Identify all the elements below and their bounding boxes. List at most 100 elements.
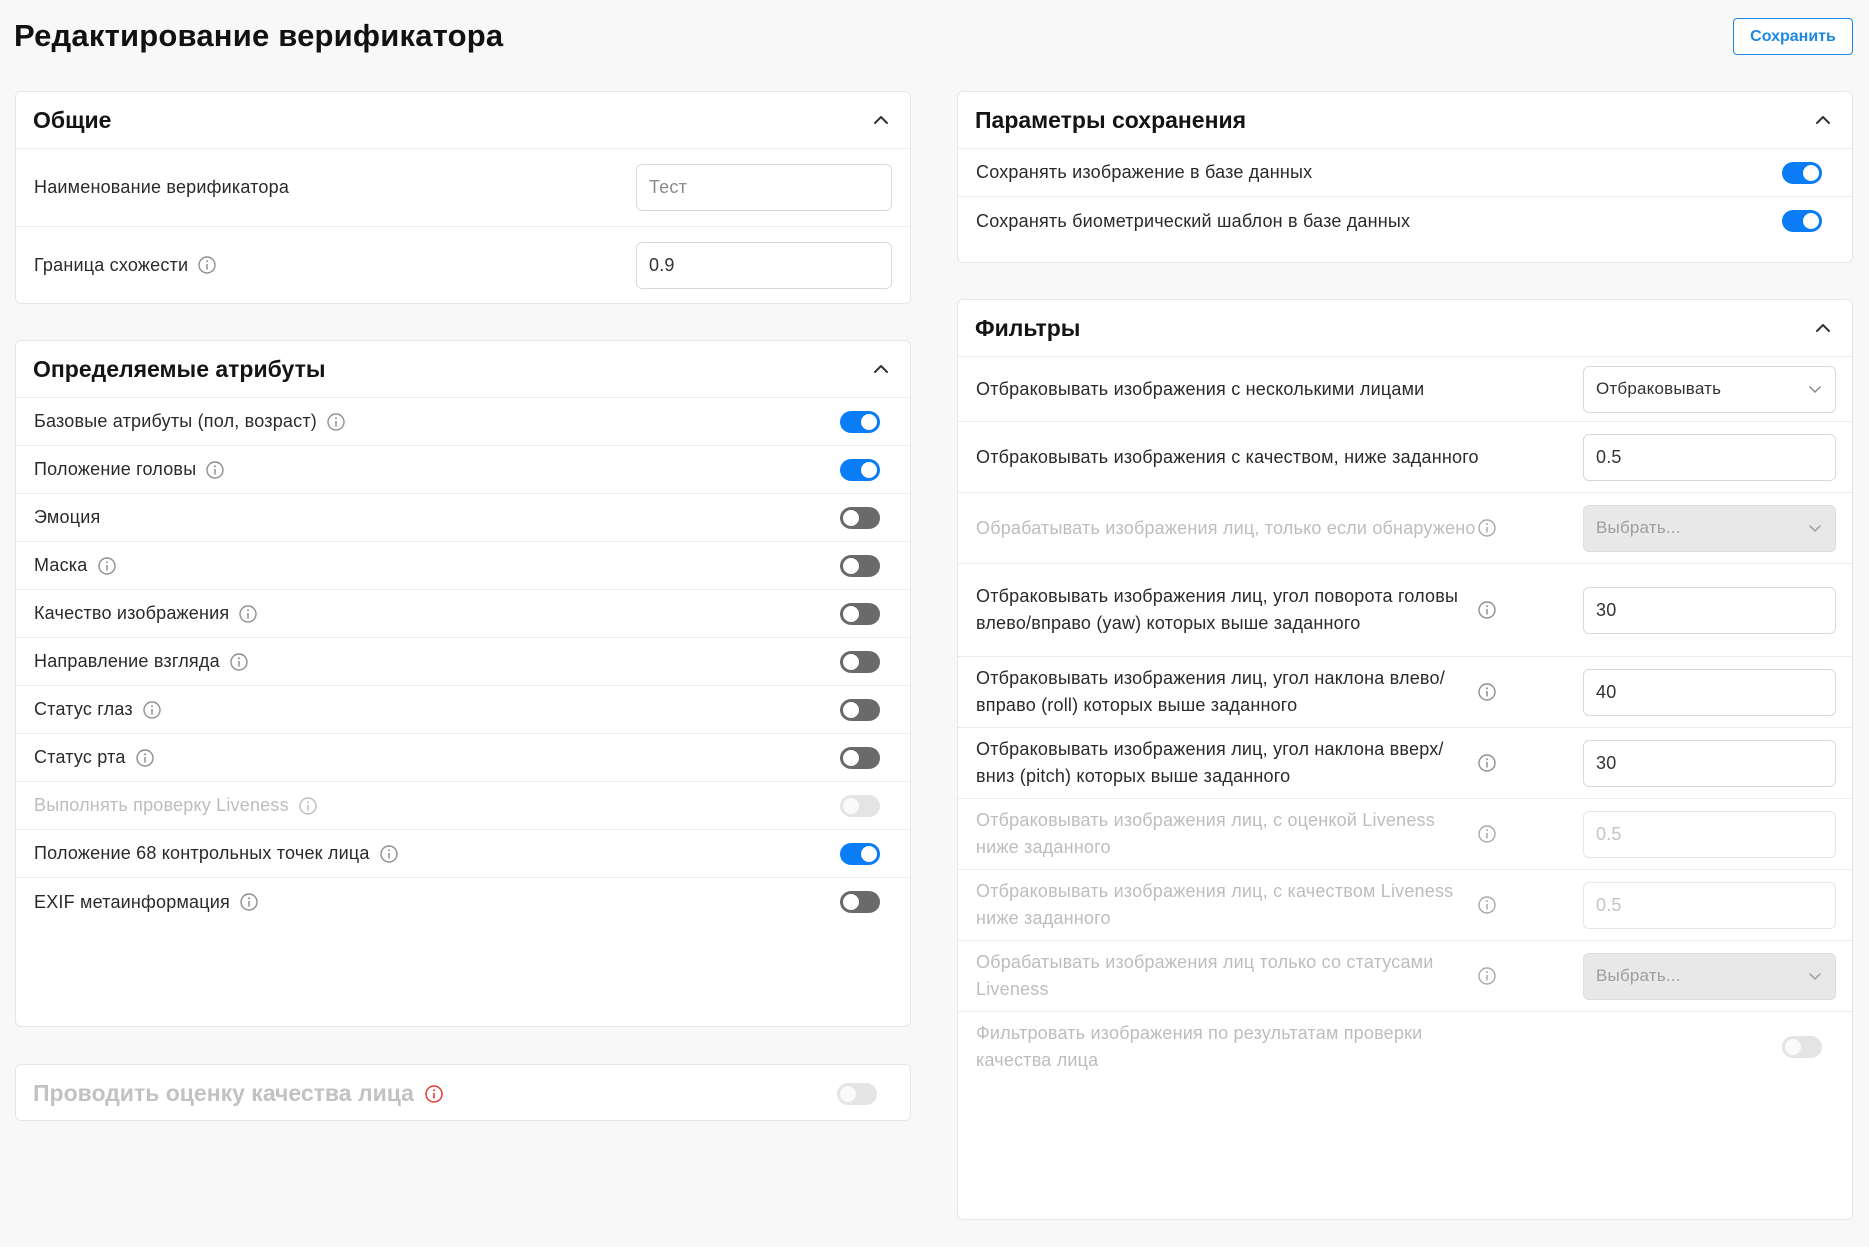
filter-row: Отбраковывать изображения лиц, угол пово… [958, 564, 1852, 657]
general-card-header[interactable]: Общие [16, 92, 910, 149]
general-card-title: Общие [33, 106, 112, 133]
attribute-toggle[interactable] [840, 458, 880, 481]
attribute-row: Статус глаз [16, 686, 910, 734]
attribute-row: Выполнять проверку Liveness [16, 782, 910, 830]
info-icon[interactable] [239, 892, 259, 912]
storage-toggle[interactable] [1782, 161, 1822, 184]
filter-controls: 30 [1477, 586, 1836, 634]
verifier-name-row: Наименование верификатора Тест [16, 149, 910, 227]
attribute-label: Направление взгляда [34, 651, 220, 671]
chevron-down-icon [1809, 973, 1821, 980]
info-icon[interactable] [197, 255, 217, 275]
info-icon[interactable] [229, 652, 249, 672]
attribute-toggle[interactable] [840, 650, 880, 673]
chevron-up-icon[interactable] [1812, 109, 1834, 131]
filters-card-title: Фильтры [975, 314, 1081, 341]
similarity-threshold-label: Граница схожести [34, 254, 189, 275]
filter-controls: 0.5 [1477, 881, 1836, 929]
attribute-toggle[interactable] [840, 602, 880, 625]
filter-toggle [1782, 1036, 1822, 1058]
info-icon[interactable] [424, 1084, 444, 1104]
info-icon[interactable] [142, 700, 162, 720]
filter-select: Выбрать... [1583, 952, 1836, 1000]
similarity-threshold-label-wrap: Граница схожести [34, 252, 217, 279]
info-icon[interactable] [1477, 966, 1497, 986]
quality-toggle [837, 1082, 877, 1105]
filter-row: Обрабатывать изображения лиц только со с… [958, 941, 1852, 1012]
info-icon[interactable] [135, 748, 155, 768]
filter-select-value: Отбраковывать [1596, 379, 1722, 398]
quality-card: Проводить оценку качества лица [15, 1064, 911, 1121]
info-icon[interactable] [1477, 600, 1497, 620]
attributes-card-title: Определяемые атрибуты [33, 355, 326, 382]
attribute-label: Выполнять проверку Liveness [34, 795, 289, 815]
info-icon[interactable] [326, 412, 346, 432]
filter-input[interactable]: 0.5 [1583, 433, 1836, 481]
attribute-toggle[interactable] [840, 506, 880, 529]
filter-row: Отбраковывать изображения лиц, с качеств… [958, 870, 1852, 941]
attribute-label-wrap: Статус глаз [34, 696, 162, 723]
filter-input[interactable]: 30 [1583, 586, 1836, 634]
attributes-card-header[interactable]: Определяемые атрибуты [16, 341, 910, 398]
verifier-name-label: Наименование верификатора [34, 177, 290, 197]
filter-input[interactable]: 40 [1583, 668, 1836, 716]
filters-card: Фильтры Отбраковывать изображения с неск… [957, 299, 1853, 1220]
attribute-label: Статус глаз [34, 699, 133, 719]
info-icon[interactable] [379, 844, 399, 864]
save-button[interactable]: Сохранить [1733, 18, 1853, 55]
attribute-toggle[interactable] [840, 891, 880, 913]
filter-select[interactable]: Отбраковывать [1583, 365, 1836, 413]
attribute-toggle [840, 794, 880, 817]
attribute-toggle[interactable] [840, 842, 880, 865]
attribute-toggle[interactable] [840, 698, 880, 721]
filter-label: Обрабатывать изображения лиц только со с… [976, 952, 1434, 999]
info-icon[interactable] [1477, 753, 1497, 773]
verifier-name-input[interactable]: Тест [636, 164, 892, 211]
info-icon[interactable] [1477, 895, 1497, 915]
attribute-label-wrap: EXIF метаинформация [34, 889, 259, 916]
storage-card-header[interactable]: Параметры сохранения [958, 92, 1852, 149]
filters-card-header[interactable]: Фильтры [958, 300, 1852, 357]
filter-input[interactable]: 30 [1583, 739, 1836, 787]
attribute-label: Положение головы [34, 459, 197, 479]
attribute-row: Эмоция [16, 494, 910, 542]
filter-label: Отбраковывать изображения лиц, с оценкой… [976, 810, 1435, 857]
attribute-toggle[interactable] [840, 554, 880, 577]
attribute-toggle[interactable] [840, 746, 880, 769]
similarity-threshold-input[interactable]: 0.9 [636, 241, 892, 289]
filter-label: Отбраковывать изображения с качеством, н… [976, 446, 1479, 467]
filter-row: Отбраковывать изображения лиц, с оценкой… [958, 799, 1852, 870]
attribute-label-wrap: Направление взгляда [34, 648, 249, 675]
storage-toggle[interactable] [1782, 210, 1822, 232]
chevron-up-icon[interactable] [870, 358, 892, 380]
info-icon[interactable] [238, 604, 258, 624]
filter-controls: 0.5 [1583, 433, 1836, 481]
attribute-label: Положение 68 контрольных точек лица [34, 843, 370, 863]
attribute-row: Статус рта [16, 734, 910, 782]
chevron-up-icon[interactable] [870, 109, 892, 131]
filter-controls [1782, 1036, 1822, 1058]
info-icon[interactable] [205, 460, 225, 480]
attribute-toggle[interactable] [840, 410, 880, 433]
filter-select: Выбрать... [1583, 504, 1836, 552]
info-icon[interactable] [1477, 824, 1497, 844]
storage-list: Сохранять изображение в базе данных Сохра… [958, 149, 1852, 245]
attributes-card: Определяемые атрибуты Базовые атрибуты (… [15, 340, 911, 1027]
attribute-row: EXIF метаинформация [16, 878, 910, 926]
attribute-label-wrap: Качество изображения [34, 600, 258, 627]
info-icon[interactable] [298, 796, 318, 816]
storage-card: Параметры сохранения Сохранять изображен… [957, 91, 1853, 263]
filter-input: 0.5 [1583, 810, 1836, 858]
info-icon[interactable] [97, 556, 117, 576]
chevron-down-icon [1809, 386, 1821, 393]
info-icon[interactable] [1477, 518, 1497, 538]
info-icon[interactable] [1477, 682, 1497, 702]
attribute-label: Эмоция [34, 507, 101, 527]
general-card: Общие Наименование верификатора Тест Гра… [15, 91, 911, 304]
attribute-label: EXIF метаинформация [34, 891, 230, 912]
attribute-label: Базовые атрибуты (пол, возраст) [34, 411, 317, 431]
chevron-up-icon[interactable] [1812, 317, 1834, 339]
attributes-list: Базовые атрибуты (пол, возраст) Положение… [16, 398, 910, 926]
filter-input: 0.5 [1583, 881, 1836, 929]
quality-card-title: Проводить оценку качества лица [33, 1080, 414, 1106]
